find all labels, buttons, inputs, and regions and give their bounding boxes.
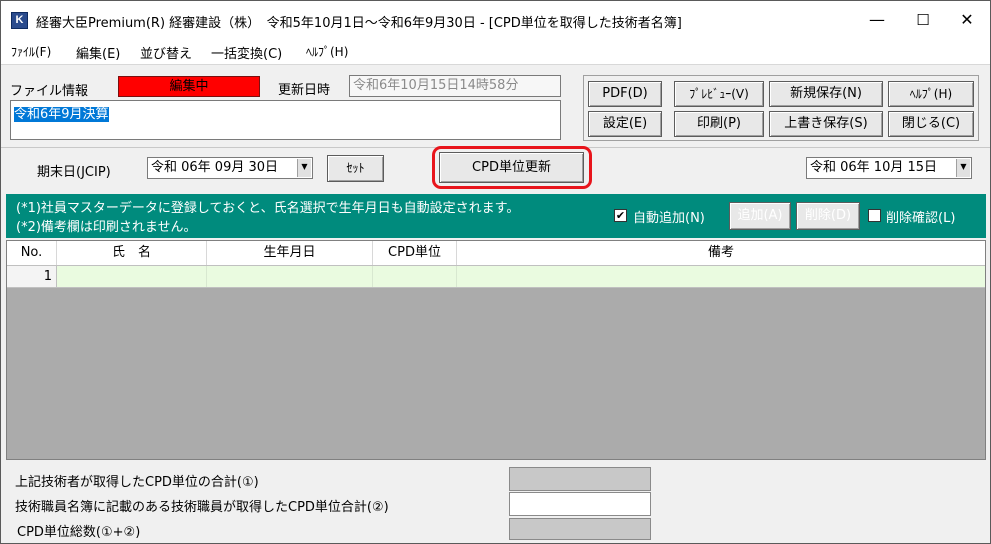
period-end-date-select[interactable]: 令和 06年 09月 30日 ▼ — [147, 157, 313, 179]
total2-label: 技術職員名簿に記載のある技術職員が取得したCPD単位合計(②) — [15, 500, 389, 515]
period-end-label: 期末日(JCIP) — [37, 165, 111, 180]
file-info-label: ファイル情報 — [10, 84, 89, 99]
menu-edit[interactable]: 編集(E) — [76, 43, 120, 62]
cell-birthdate[interactable] — [207, 266, 373, 287]
delete-confirm-label[interactable]: 削除確認(L) — [886, 207, 955, 226]
auto-add-label[interactable]: 自動追加(N) — [633, 207, 705, 226]
current-date-select[interactable]: 令和 06年 10月 15日 ▼ — [806, 157, 972, 179]
add-button[interactable]: 追加(A) — [729, 202, 791, 230]
cpd-update-button[interactable]: CPD単位更新 — [439, 152, 584, 183]
period-end-date-value: 令和 06年 09月 30日 — [151, 160, 279, 175]
cell-cpd[interactable] — [373, 266, 457, 287]
close-window-button[interactable]: ✕ — [944, 1, 990, 39]
info-note-1: (*1)社員マスターデータに登録しておくと、氏名選択で生年月日も自動設定されます… — [16, 201, 520, 216]
row-number: 1 — [7, 266, 57, 287]
column-header-note: 備考 — [707, 245, 734, 260]
chevron-down-icon[interactable]: ▼ — [297, 159, 311, 177]
print-button[interactable]: 印刷(P) — [674, 111, 764, 137]
delete-button[interactable]: 削除(D) — [796, 202, 860, 230]
menu-bulk-convert[interactable]: 一括変換(C) — [211, 43, 282, 62]
preview-button[interactable]: ﾌﾟﾚﾋﾞｭｰ(V) — [674, 81, 764, 107]
app-icon: K — [11, 12, 28, 29]
pdf-button[interactable]: PDF(D) — [588, 81, 662, 107]
minimize-button[interactable]: — — [854, 1, 900, 39]
maximize-button[interactable]: ☐ — [900, 1, 946, 39]
total1-label: 上記技術者が取得したCPD単位の合計(①) — [15, 475, 259, 490]
menu-help[interactable]: ﾍﾙﾌﾟ(H) — [306, 43, 348, 60]
column-header-birthdate: 生年月日 — [207, 241, 373, 265]
updated-label: 更新日時 — [278, 83, 331, 98]
current-date-value: 令和 06年 10月 15日 — [810, 160, 938, 175]
overwrite-save-button[interactable]: 上書き保存(S) — [769, 111, 883, 137]
save-new-button[interactable]: 新規保存(N) — [769, 81, 883, 107]
file-name-text: 令和6年9月決算 — [14, 107, 109, 122]
menu-sort[interactable]: 並び替え — [140, 43, 192, 62]
title-bar: K 経審大臣Premium(R) 経審建設（株） 令和5年10月1日～令和6年9… — [1, 1, 990, 39]
total2-input[interactable] — [509, 492, 651, 516]
window-title: 経審大臣Premium(R) 経審建設（株） 令和5年10月1日～令和6年9月3… — [36, 16, 682, 31]
settings-button[interactable]: 設定(E) — [588, 111, 662, 137]
updated-datetime-field: 令和6年10月15日14時58分 — [349, 75, 561, 97]
file-name-field[interactable]: 令和6年9月決算 — [10, 100, 561, 140]
info-bar: (*1)社員マスターデータに登録しておくと、氏名選択で生年月日も自動設定されます… — [6, 194, 986, 238]
menu-bar: ﾌｧｲﾙ(F) 編集(E) 並び替え 一括変換(C) ﾍﾙﾌﾟ(H) — [1, 39, 990, 65]
table-row[interactable]: 1 — [7, 266, 985, 288]
column-header-no: No. — [7, 241, 57, 265]
grid-header: No. 氏 名 生年月日 CPD単位 備考 — [7, 241, 985, 266]
help-button[interactable]: ﾍﾙﾌﾟ(H) — [888, 81, 974, 107]
column-header-cpd: CPD単位 — [373, 241, 457, 265]
set-button[interactable]: ｾｯﾄ — [327, 155, 384, 182]
status-badge: 編集中 — [118, 76, 260, 97]
total1-field — [509, 467, 651, 491]
total-all-field — [509, 518, 651, 540]
chevron-down-icon[interactable]: ▼ — [956, 159, 970, 177]
total-all-label: CPD単位総数(①+②) — [17, 525, 141, 540]
cell-name[interactable] — [57, 266, 207, 287]
info-note-2: (*2)備考欄は印刷されません。 — [16, 220, 197, 235]
delete-confirm-checkbox[interactable] — [868, 209, 881, 222]
technician-grid: No. 氏 名 生年月日 CPD単位 備考 1 — [6, 240, 986, 460]
main-window: K 経審大臣Premium(R) 経審建設（株） 令和5年10月1日～令和6年9… — [0, 0, 991, 544]
column-header-name: 氏 名 — [57, 241, 207, 265]
close-button[interactable]: 閉じる(C) — [888, 111, 974, 137]
auto-add-checkbox[interactable]: ✔ — [614, 209, 627, 222]
menu-file[interactable]: ﾌｧｲﾙ(F) — [11, 43, 51, 60]
cell-note[interactable] — [457, 266, 985, 287]
